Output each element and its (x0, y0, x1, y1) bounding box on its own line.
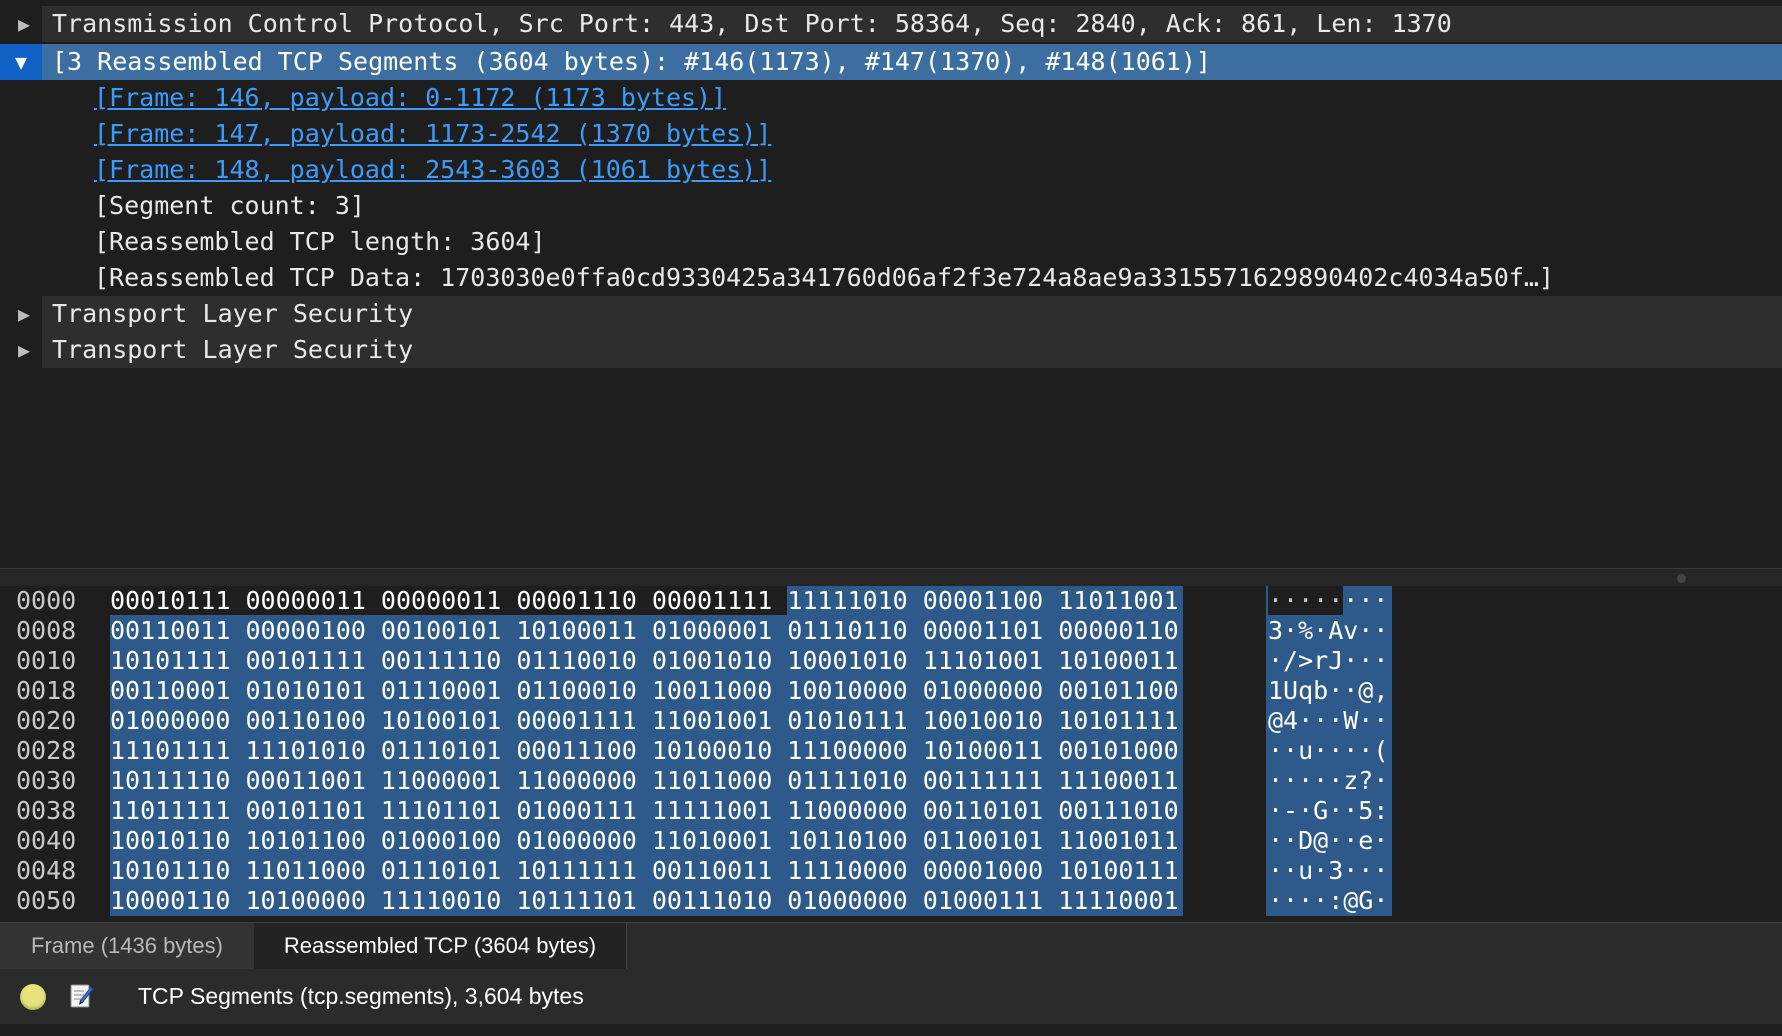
tree-row-segment-count[interactable]: [Segment count: 3] (0, 188, 1782, 224)
hex-offset: 0050 (16, 886, 77, 915)
reassembled-data-label: [Reassembled TCP Data: 1703030e0ffa0cd93… (94, 263, 1554, 292)
hex-bytes-selected[interactable]: 11111010 00001100 11011001 (787, 586, 1178, 615)
tree-row-tls-2[interactable]: ▶ Transport Layer Security (0, 332, 1782, 368)
tree-row-reassembled-segments[interactable]: ▼ [3 Reassembled TCP Segments (3604 byte… (0, 44, 1782, 80)
status-bar: TCP Segments (tcp.segments), 3,604 bytes (0, 969, 1782, 1024)
tree-row-label: Transport Layer Security (52, 335, 414, 364)
packet-bytes-pane: 0000 00010111 00000011 00000011 00001110… (0, 586, 1782, 922)
tree-row-frame-148[interactable]: [Frame: 148, payload: 2543-3603 (1061 by… (0, 152, 1782, 188)
hex-bytes-selected[interactable]: 10000110 10100000 11110010 10111101 0011… (110, 886, 1183, 916)
reassembled-length-label: [Reassembled TCP length: 3604] (94, 227, 546, 256)
hex-offset: 0020 (16, 706, 77, 735)
tab-reassembled-tcp[interactable]: Reassembled TCP (3604 bytes) (254, 923, 627, 969)
tree-row-frame-146[interactable]: [Frame: 146, payload: 0-1172 (1173 bytes… (0, 80, 1782, 116)
hex-offset: 0048 (16, 856, 77, 885)
expand-triangle-icon[interactable]: ▶ (14, 6, 34, 42)
frame-147-link[interactable]: [Frame: 147, payload: 1173-2542 (1370 by… (94, 116, 771, 152)
tree-row-tcp[interactable]: ▶ Transmission Control Protocol, Src Por… (0, 6, 1782, 42)
expert-info-led-icon[interactable] (20, 984, 46, 1010)
hex-ascii-selected[interactable]: ··u·3··· (1266, 856, 1393, 886)
segment-count-label: [Segment count: 3] (94, 191, 365, 220)
hex-ascii-selected[interactable]: ··u····( (1266, 736, 1393, 766)
hex-offset: 0010 (16, 646, 77, 675)
hex-bytes-selected[interactable]: 00110001 01010101 01110001 01100010 1001… (110, 676, 1183, 706)
hex-bytes-unselected[interactable]: 00010111 00000011 00000011 00001110 0000… (110, 586, 788, 615)
hex-row[interactable]: 0020 01000000 00110100 10100101 00001111… (0, 706, 1782, 736)
tree-row-label: Transport Layer Security (52, 299, 414, 328)
pane-splitter[interactable] (0, 568, 1782, 587)
hex-ascii-selected[interactable]: 3·%·Av·· (1266, 616, 1393, 646)
collapse-triangle-icon[interactable]: ▼ (0, 44, 42, 80)
hex-row[interactable]: 0010 10101111 00101111 00111110 01110010… (0, 646, 1782, 676)
hex-ascii-unselected[interactable]: ····· (1268, 586, 1344, 615)
tree-row-tls-1[interactable]: ▶ Transport Layer Security (0, 296, 1782, 332)
bytes-tab-bar: Frame (1436 bytes) Reassembled TCP (3604… (0, 922, 1782, 970)
hex-bytes-selected[interactable]: 10010110 10101100 01000100 01000000 1101… (110, 826, 1183, 856)
hex-bytes-selected[interactable]: 10111110 00011001 11000001 11000000 1101… (110, 766, 1183, 796)
hex-offset: 0040 (16, 826, 77, 855)
tree-row-reassembled-length[interactable]: [Reassembled TCP length: 3604] (0, 224, 1782, 260)
hex-offset: 0000 (16, 586, 77, 615)
frame-148-link[interactable]: [Frame: 148, payload: 2543-3603 (1061 by… (94, 152, 771, 188)
hex-offset: 0030 (16, 766, 77, 795)
hex-ascii-selected[interactable]: @4···W·· (1266, 706, 1393, 736)
hex-bytes[interactable]: 00010111 00000011 00000011 00001110 0000… (110, 586, 1183, 616)
hex-bytes-selected[interactable]: 11101111 11101010 01110101 00011100 1010… (110, 736, 1183, 766)
tree-row-frame-147[interactable]: [Frame: 147, payload: 1173-2542 (1370 by… (0, 116, 1782, 152)
expand-triangle-icon[interactable]: ▶ (14, 332, 34, 368)
hex-ascii-selected[interactable]: ··D@··e· (1266, 826, 1393, 856)
hex-bytes-selected[interactable]: 10101110 11011000 01110101 10111111 0011… (110, 856, 1183, 886)
expand-triangle-icon[interactable]: ▶ (14, 296, 34, 332)
hex-ascii-selected[interactable]: 1Uqb··@, (1266, 676, 1393, 706)
tab-frame[interactable]: Frame (1436 bytes) (0, 923, 255, 969)
hex-ascii-selected[interactable]: ····:@G· (1266, 886, 1393, 916)
hex-bytes-selected[interactable]: 00110011 00000100 00100101 10100011 0100… (110, 616, 1183, 646)
hex-row[interactable]: 0030 10111110 00011001 11000001 11000000… (0, 766, 1782, 796)
packet-details-pane: ▶ Transmission Control Protocol, Src Por… (0, 0, 1782, 568)
hex-row[interactable]: 0018 00110001 01010101 01110001 01100010… (0, 676, 1782, 706)
frame-146-link[interactable]: [Frame: 146, payload: 0-1172 (1173 bytes… (94, 80, 726, 116)
splitter-grip-icon[interactable] (1677, 574, 1686, 583)
hex-bytes-selected[interactable]: 11011111 00101101 11101101 01000111 1111… (110, 796, 1183, 826)
tree-row-label: Transmission Control Protocol, Src Port:… (52, 9, 1452, 38)
hex-bytes-selected[interactable]: 10101111 00101111 00111110 01110010 0100… (110, 646, 1183, 676)
hex-offset: 0008 (16, 616, 77, 645)
tree-row-reassembled-data[interactable]: [Reassembled TCP Data: 1703030e0ffa0cd93… (0, 260, 1782, 296)
status-text: TCP Segments (tcp.segments), 3,604 bytes (138, 983, 584, 1009)
hex-row[interactable]: 0050 10000110 10100000 11110010 10111101… (0, 886, 1782, 916)
hex-offset: 0018 (16, 676, 77, 705)
hex-ascii[interactable]: ········ (1266, 586, 1393, 616)
hex-row[interactable]: 0048 10101110 11011000 01110101 10111111… (0, 856, 1782, 886)
hex-bytes-selected[interactable]: 01000000 00110100 10100101 00001111 1100… (110, 706, 1183, 736)
hex-ascii-selected[interactable]: ··· (1343, 586, 1388, 615)
hex-row[interactable]: 0040 10010110 10101100 01000100 01000000… (0, 826, 1782, 856)
hex-row[interactable]: 0038 11011111 00101101 11101101 01000111… (0, 796, 1782, 826)
edit-comment-icon[interactable] (70, 981, 94, 1009)
hex-row[interactable]: 0008 00110011 00000100 00100101 10100011… (0, 616, 1782, 646)
hex-row[interactable]: 0028 11101111 11101010 01110101 00011100… (0, 736, 1782, 766)
hex-ascii-selected[interactable]: ·/>rJ··· (1266, 646, 1393, 676)
hex-offset: 0038 (16, 796, 77, 825)
hex-ascii-selected[interactable]: ·····z?· (1266, 766, 1393, 796)
hex-row[interactable]: 0000 00010111 00000011 00000011 00001110… (0, 586, 1782, 616)
hex-ascii-selected[interactable]: ·-·G··5: (1266, 796, 1393, 826)
hex-offset: 0028 (16, 736, 77, 765)
tree-row-label: [3 Reassembled TCP Segments (3604 bytes)… (52, 47, 1211, 76)
